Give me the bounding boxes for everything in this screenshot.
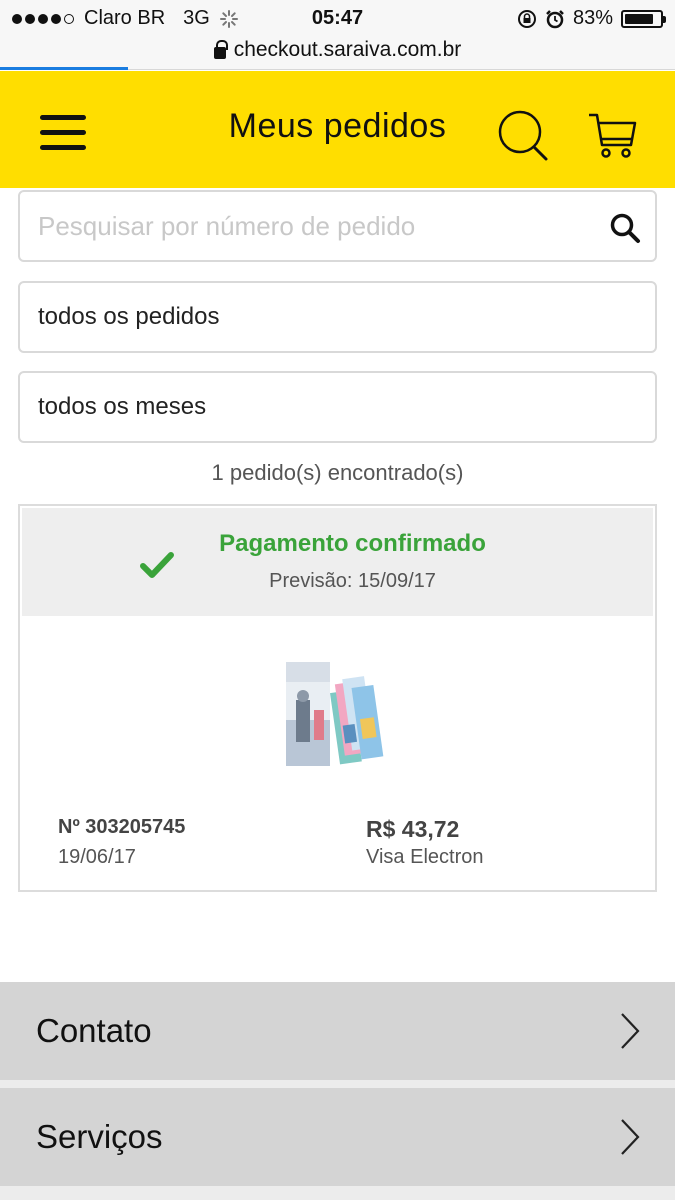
chevron-right-icon (621, 1013, 640, 1049)
order-status-label: Pagamento confirmado (219, 530, 486, 557)
order-search-field[interactable] (18, 190, 657, 262)
address-bar[interactable]: checkout.saraiva.com.br (0, 36, 675, 70)
payment-method: Visa Electron (366, 846, 484, 868)
divider (0, 1080, 675, 1088)
page-title: Meus pedidos (228, 107, 447, 145)
order-status-select[interactable]: todos os pedidos (18, 281, 657, 353)
month-select[interactable]: todos os meses (18, 371, 657, 443)
search-icon[interactable] (609, 212, 641, 244)
footer-item-contato[interactable]: Contato (0, 982, 675, 1080)
app-header: Meus pedidos (0, 71, 675, 188)
month-select-value: todos os meses (38, 393, 207, 420)
cart-icon[interactable] (585, 109, 641, 165)
product-thumbnail (286, 662, 384, 766)
rotation-lock-icon (517, 9, 536, 28)
order-card[interactable]: Pagamento confirmado Previsão: 15/09/17 … (18, 504, 657, 892)
lock-icon (213, 40, 228, 59)
battery-percentage: 83% (572, 7, 613, 29)
battery-icon (621, 9, 666, 28)
footer-item-label: Serviços (36, 1118, 163, 1155)
url-text[interactable]: checkout.saraiva.com.br (234, 38, 462, 62)
delivery-forecast: Previsão: 15/09/17 (269, 570, 436, 592)
order-status-banner: Pagamento confirmado Previsão: 15/09/17 (22, 508, 653, 616)
footer-item-label: Contato (36, 1012, 152, 1049)
footer-item-servicos[interactable]: Serviços (0, 1088, 675, 1186)
order-total: R$ 43,72 (366, 816, 460, 842)
order-number: Nº 303205745 (58, 816, 186, 838)
page-load-progress (0, 67, 129, 70)
divider (0, 1186, 675, 1200)
alarm-icon (546, 9, 564, 28)
order-search-input[interactable] (38, 210, 598, 242)
search-icon[interactable] (496, 109, 552, 165)
status-bar: Claro BR 3G 05:47 83% (0, 0, 675, 36)
results-count: 1 pedido(s) encontrado(s) (211, 460, 464, 485)
chevron-right-icon (621, 1119, 640, 1155)
order-date: 19/06/17 (58, 846, 136, 868)
order-status-select-value: todos os pedidos (38, 303, 220, 330)
